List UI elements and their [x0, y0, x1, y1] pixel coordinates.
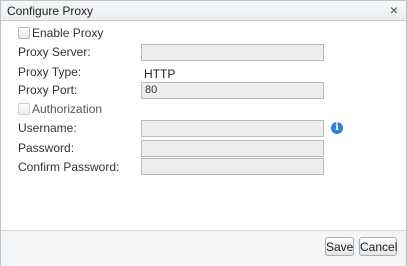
proxy-server-label: Proxy Server: [18, 45, 91, 59]
password-label: Password: [18, 141, 75, 155]
authorization-label[interactable]: Authorization [32, 102, 102, 116]
close-icon[interactable]: × [387, 2, 401, 18]
proxy-server-input[interactable] [141, 44, 324, 61]
dialog-titlebar[interactable]: Configure Proxy × [1, 1, 406, 21]
enable-proxy-label[interactable]: Enable Proxy [32, 26, 103, 40]
proxy-type-value: HTTP [144, 67, 176, 81]
proxy-port-label: Proxy Port: [18, 83, 78, 97]
dialog-title: Configure Proxy [7, 4, 94, 18]
cancel-button[interactable]: Cancel [359, 237, 397, 256]
confirm-password-input[interactable] [141, 158, 324, 175]
proxy-type-label: Proxy Type: [18, 65, 82, 79]
confirm-password-label: Confirm Password: [18, 160, 120, 174]
password-input[interactable] [141, 140, 324, 157]
enable-proxy-checkbox[interactable] [18, 27, 30, 39]
save-button[interactable]: Save [325, 237, 354, 256]
username-input[interactable] [141, 120, 324, 137]
info-icon[interactable]: i [331, 122, 343, 134]
username-label: Username: [18, 121, 77, 135]
configure-proxy-dialog: Configure Proxy × Enable Proxy Proxy Ser… [0, 0, 407, 266]
proxy-port-input[interactable] [141, 82, 324, 99]
authorization-checkbox[interactable] [18, 103, 30, 115]
